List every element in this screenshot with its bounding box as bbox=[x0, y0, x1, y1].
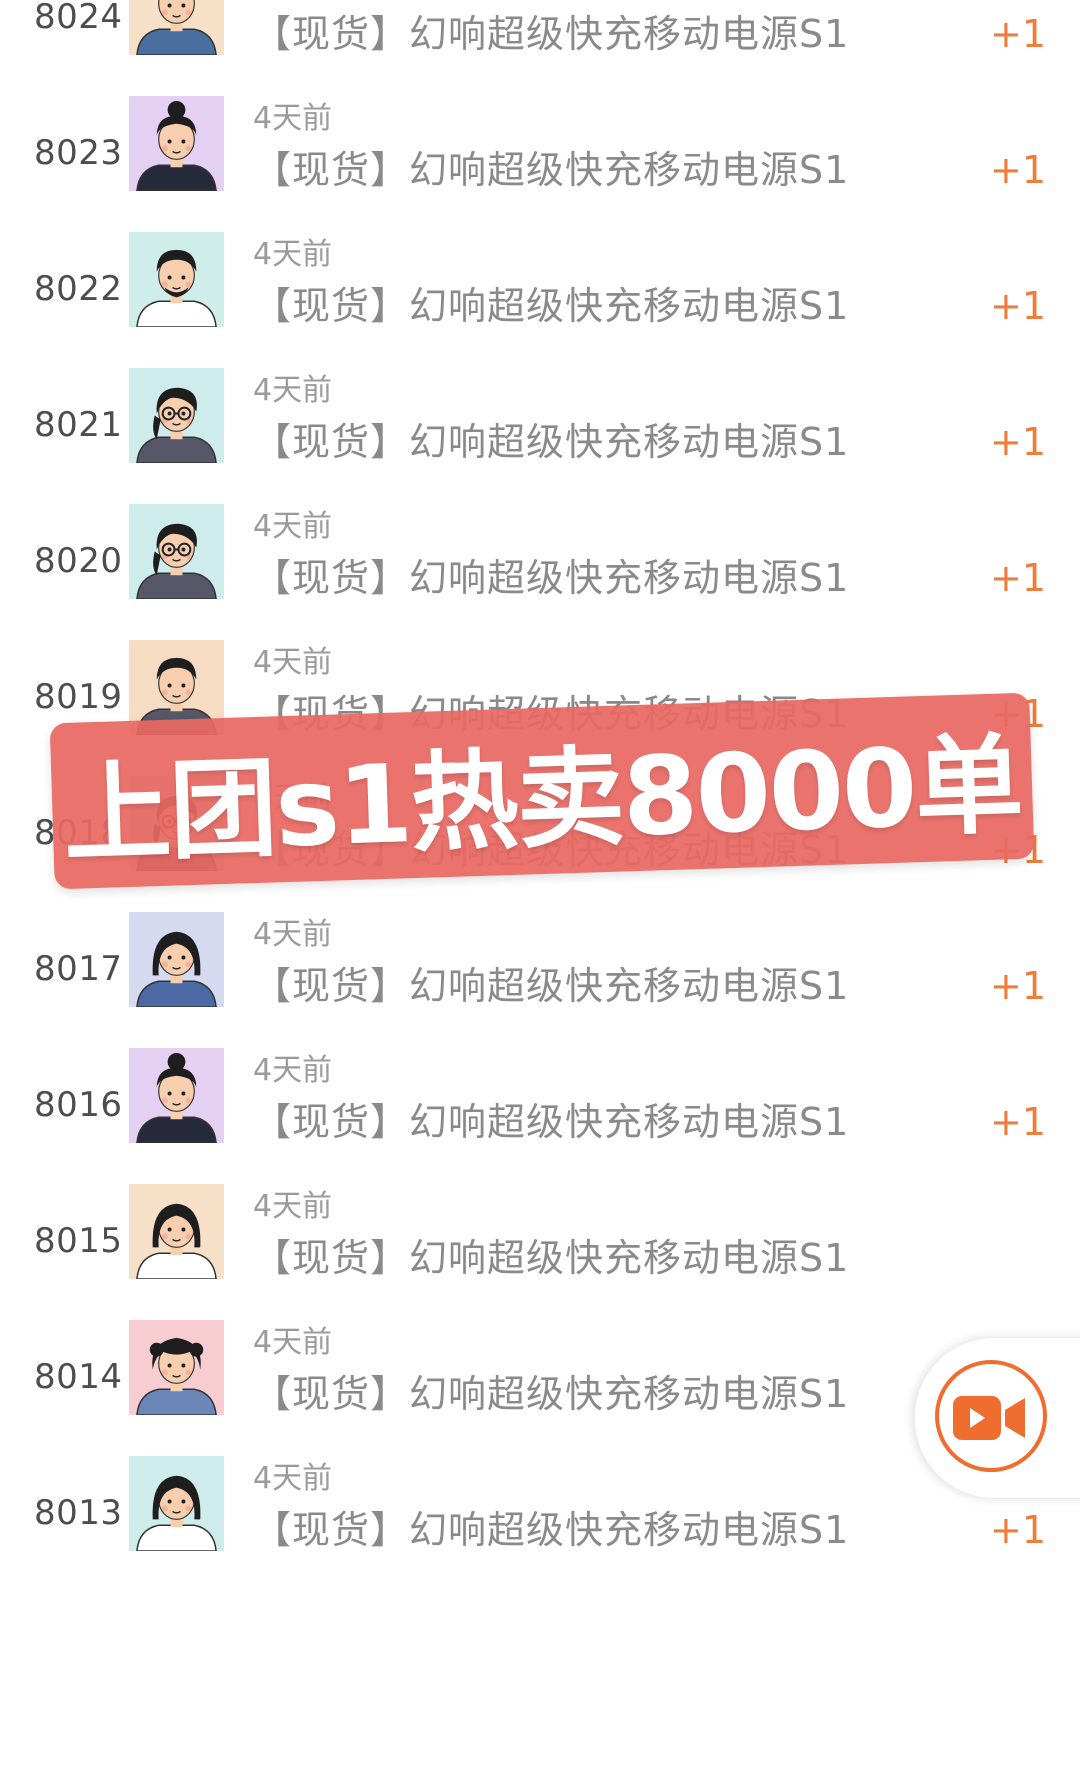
order-number: 8013 bbox=[34, 1493, 123, 1533]
time-label: 4天前 bbox=[253, 373, 333, 408]
quantity-badge: +1 bbox=[990, 964, 1047, 1008]
list-item[interactable]: 8017 4天前【现货】幻响超级快充移动电源S1 +1 bbox=[0, 908, 1080, 1044]
order-number: 8023 bbox=[34, 133, 123, 173]
order-number: 8022 bbox=[34, 269, 123, 309]
avatar bbox=[129, 0, 224, 55]
quantity-badge: +1 bbox=[990, 1508, 1047, 1552]
quantity-badge: +1 bbox=[990, 284, 1047, 328]
avatar bbox=[129, 912, 224, 1007]
product-name: 【现货】幻响超级快充移动电源S1 bbox=[253, 148, 850, 192]
video-button[interactable] bbox=[935, 1360, 1047, 1472]
time-label: 4天前 bbox=[253, 1189, 333, 1224]
list-item[interactable]: 8023 4天前【现货】幻响超级快充移动电源S1 +1 bbox=[0, 92, 1080, 228]
time-label: 4天前 bbox=[253, 509, 333, 544]
avatar bbox=[129, 232, 224, 327]
quantity-badge: +1 bbox=[990, 556, 1047, 600]
list-item[interactable]: 8021 4天前【现货】幻响超级快充移动电源S1 +1 bbox=[0, 364, 1080, 500]
promo-banner: 上团s1热卖8000单 bbox=[49, 692, 1035, 890]
time-label: 4天前 bbox=[253, 237, 333, 272]
video-camera-icon bbox=[953, 1396, 1025, 1440]
time-label: 4天前 bbox=[253, 645, 333, 680]
time-label: 4天前 bbox=[253, 0, 332, 1]
product-name: 【现货】幻响超级快充移动电源S1 bbox=[253, 556, 850, 600]
product-name: 【现货】幻响超级快充移动电源S1 bbox=[253, 1100, 850, 1144]
list-item[interactable]: 8013 4天前【现货】幻响超级快充移动电源S1 +1 bbox=[0, 1452, 1080, 1588]
list-item[interactable]: 8020 4天前【现货】幻响超级快充移动电源S1 +1 bbox=[0, 500, 1080, 636]
product-name: 【现货】幻响超级快充移动电源S1 bbox=[253, 12, 850, 56]
product-name: 【现货】幻响超级快充移动电源S1 bbox=[253, 964, 850, 1008]
order-number: 8015 bbox=[34, 1221, 123, 1261]
avatar bbox=[129, 368, 224, 463]
avatar bbox=[129, 1184, 224, 1279]
promo-banner-text: 上团s1热卖8000单 bbox=[61, 722, 1024, 879]
quantity-badge: +1 bbox=[990, 1100, 1047, 1144]
order-number: 8024 bbox=[34, 0, 123, 37]
avatar bbox=[129, 1048, 224, 1143]
avatar bbox=[129, 1456, 224, 1551]
product-name: 【现货】幻响超级快充移动电源S1 bbox=[253, 284, 850, 328]
time-label: 4天前 bbox=[253, 1325, 333, 1360]
list-item[interactable]: 8015 4天前【现货】幻响超级快充移动电源S1 bbox=[0, 1180, 1080, 1316]
list-item[interactable]: 8022 4天前【现货】幻响超级快充移动电源S1 +1 bbox=[0, 228, 1080, 364]
avatar bbox=[129, 1320, 224, 1415]
order-number: 8021 bbox=[34, 405, 123, 445]
product-name: 【现货】幻响超级快充移动电源S1 bbox=[253, 1236, 850, 1280]
list-item[interactable]: 8016 4天前【现货】幻响超级快充移动电源S1 +1 bbox=[0, 1044, 1080, 1180]
order-number: 8019 bbox=[34, 677, 123, 717]
quantity-badge: +1 bbox=[990, 148, 1047, 192]
order-number: 8014 bbox=[34, 1357, 123, 1397]
quantity-badge: +1 bbox=[990, 12, 1047, 56]
time-label: 4天前 bbox=[253, 917, 333, 952]
time-label: 4天前 bbox=[253, 1461, 333, 1496]
product-name: 【现货】幻响超级快充移动电源S1 bbox=[253, 1508, 850, 1552]
order-number: 8017 bbox=[34, 949, 123, 989]
product-name: 【现货】幻响超级快充移动电源S1 bbox=[253, 420, 850, 464]
order-number: 8016 bbox=[34, 1085, 123, 1125]
product-name: 【现货】幻响超级快充移动电源S1 bbox=[253, 1372, 850, 1416]
list-item[interactable]: 8024 4天前【现货】幻响超级快充移动电源S1 +1 bbox=[0, 0, 1080, 92]
time-label: 4天前 bbox=[253, 101, 333, 136]
order-number: 8020 bbox=[34, 541, 123, 581]
avatar bbox=[129, 504, 224, 599]
time-label: 4天前 bbox=[253, 1053, 333, 1088]
avatar bbox=[129, 96, 224, 191]
quantity-badge: +1 bbox=[990, 420, 1047, 464]
floating-video-button-container bbox=[914, 1337, 1080, 1499]
